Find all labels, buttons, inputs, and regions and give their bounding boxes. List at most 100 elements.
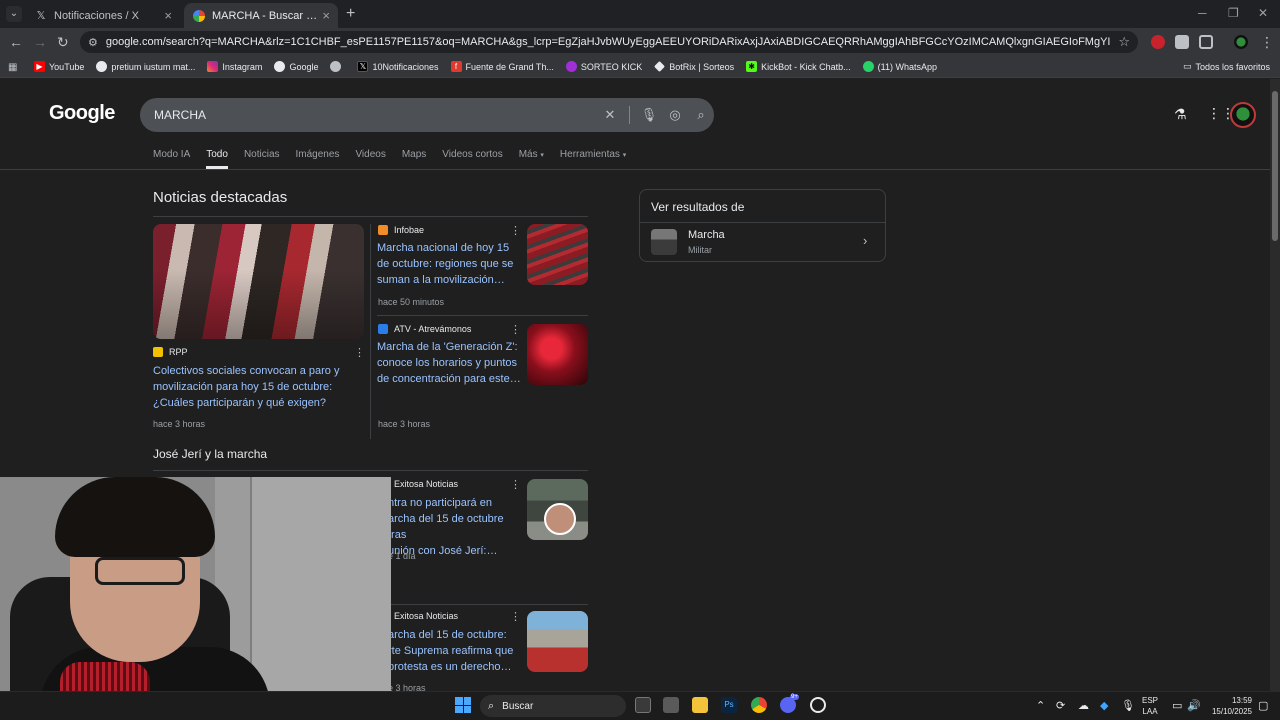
file-explorer-icon[interactable]: [692, 697, 708, 713]
tab-title: Notificaciones / X: [54, 9, 139, 22]
search-box[interactable]: MARCHA ✕ 🎙 ◎ ⌕: [140, 98, 714, 132]
source-name: Exitosa Noticias: [394, 611, 459, 621]
restore-icon[interactable]: ❐: [1228, 6, 1239, 20]
tab-google-search[interactable]: MARCHA - Buscar con Google ×: [184, 3, 338, 28]
youtube-icon: ▶: [34, 61, 45, 72]
language-indicator[interactable]: ESP LAA: [1142, 695, 1158, 717]
tab-videos[interactable]: Videos: [355, 149, 385, 169]
story-thumbnail[interactable]: [527, 479, 588, 540]
bookmark-google[interactable]: Google: [274, 61, 318, 72]
windows-start-icon[interactable]: [455, 697, 471, 713]
more-options-icon[interactable]: ⋮: [510, 610, 521, 623]
story-headline[interactable]: Marcha de la 'Generación Z': conoce los …: [377, 339, 522, 387]
bookmark-star-icon[interactable]: ☆: [1118, 34, 1130, 50]
tab-noticias[interactable]: Noticias: [244, 149, 280, 169]
bookmark-whatsapp[interactable]: (11) WhatsApp: [862, 61, 937, 72]
story-thumbnail[interactable]: [527, 611, 588, 672]
apps-grid-icon[interactable]: ▦: [8, 62, 18, 73]
headline-line: archa del 15 de octubre tras: [388, 513, 504, 541]
entity-name[interactable]: Marcha: [688, 229, 725, 241]
network-icon[interactable]: ▭: [1172, 699, 1182, 712]
tray-sync-icon[interactable]: ⟳: [1056, 699, 1065, 712]
url-text[interactable]: google.com/search?q=MARCHA&rlz=1C1CHBF_e…: [106, 36, 1110, 48]
entity-thumbnail[interactable]: [651, 229, 677, 255]
tab-notificaciones-x[interactable]: 𝕏 Notificaciones / X ×: [26, 3, 180, 28]
tab-herramientas[interactable]: Herramientas ▾: [560, 149, 626, 169]
search-icon[interactable]: ⌕: [688, 107, 714, 123]
bookmark-sorteo-kick[interactable]: SORTEO KICK: [565, 61, 642, 72]
tray-overflow-icon[interactable]: ⌃: [1036, 699, 1045, 712]
reload-icon[interactable]: ↻: [57, 34, 69, 51]
more-options-icon[interactable]: ⋮: [510, 478, 521, 491]
search-input[interactable]: MARCHA: [154, 108, 597, 122]
extension-red-icon[interactable]: [1151, 35, 1165, 49]
bookmark-pretium[interactable]: pretium iustum mat...: [96, 61, 195, 72]
microphone-tray-icon[interactable]: 🎙: [1121, 699, 1135, 712]
globe-icon: [330, 61, 342, 72]
chrome-icon[interactable]: [751, 697, 767, 713]
minimize-icon[interactable]: ─: [1198, 6, 1207, 20]
forward-icon[interactable]: →: [33, 34, 47, 50]
all-bookmarks[interactable]: ▭ Todos los favoritos: [1183, 61, 1270, 72]
app-icon[interactable]: [663, 697, 679, 713]
close-tab-icon[interactable]: ×: [322, 8, 330, 23]
tab-herramientas-label: Herramientas: [559, 149, 620, 160]
taskbar-clock[interactable]: 13:59 15/10/2025: [1206, 695, 1252, 717]
story-image-rpp[interactable]: [153, 224, 364, 339]
more-options-icon[interactable]: ⋮: [510, 323, 521, 336]
tab-maps[interactable]: Maps: [402, 149, 426, 169]
tab-mas[interactable]: Más ▾: [519, 149, 544, 169]
bookmark-kickbot[interactable]: ✱ KickBot - Kick Chatb...: [746, 61, 851, 72]
chevron-right-icon[interactable]: ›: [863, 233, 867, 248]
account-avatar[interactable]: [1230, 102, 1256, 128]
bookmark-instagram[interactable]: Instagram: [207, 61, 262, 72]
story-headline[interactable]: Colectivos sociales convocan a paro y mo…: [153, 363, 363, 411]
clear-icon[interactable]: ✕: [597, 107, 623, 123]
headline-line: de octubre: regiones que se: [377, 258, 514, 270]
microphone-icon[interactable]: 🎙: [636, 107, 662, 123]
tab-videos-cortos[interactable]: Videos cortos: [442, 149, 502, 169]
bookmark-botrix[interactable]: BotRix | Sorteos: [654, 61, 734, 72]
story-source: ATV - Atrevámonos: [378, 324, 471, 334]
bookmark-youtube[interactable]: ▶ YouTube: [34, 61, 84, 72]
story-headline[interactable]: Marcha nacional de hoy 15 de octubre: re…: [377, 240, 522, 288]
task-view-icon[interactable]: [635, 697, 651, 713]
headline-line: conoce los horarios y puntos: [377, 357, 518, 369]
bookmark-globe[interactable]: [330, 61, 345, 72]
notifications-icon[interactable]: ▢: [1258, 699, 1268, 712]
back-icon[interactable]: ←: [9, 34, 23, 50]
defender-icon[interactable]: ◆: [1100, 699, 1108, 712]
bookmark-grand-theft[interactable]: f Fuente de Grand Th...: [450, 61, 554, 72]
taskbar-search[interactable]: ⌕ Buscar: [480, 695, 626, 717]
story-thumbnail[interactable]: [527, 224, 588, 285]
extension-media-icon[interactable]: [1175, 35, 1189, 49]
more-options-icon[interactable]: ⋮: [510, 224, 521, 237]
scrollbar-thumb[interactable]: [1272, 91, 1278, 241]
story-headline[interactable]: archa del 15 de octubre: rte Suprema rea…: [388, 627, 523, 675]
new-tab-icon[interactable]: +: [346, 5, 355, 23]
tab-imagenes[interactable]: Imágenes: [296, 149, 340, 169]
tab-todo[interactable]: Todo: [206, 149, 228, 169]
menu-kebab-icon[interactable]: ⋮: [1260, 34, 1274, 51]
more-options-icon[interactable]: ⋮: [354, 346, 365, 359]
onedrive-icon[interactable]: ☁: [1078, 699, 1089, 712]
labs-flask-icon[interactable]: ⚗: [1174, 106, 1187, 123]
lens-icon[interactable]: ◎: [662, 107, 688, 123]
tab-modo-ia[interactable]: Modo IA: [153, 149, 190, 169]
photoshop-icon[interactable]: Ps: [721, 697, 737, 713]
volume-icon[interactable]: 🔊: [1187, 699, 1201, 712]
app-circle-icon[interactable]: [810, 697, 826, 713]
close-tab-icon[interactable]: ×: [164, 8, 172, 23]
extensions-puzzle-icon[interactable]: [1199, 35, 1213, 49]
site-info-icon[interactable]: ⚙: [88, 36, 98, 49]
bookmark-10notificaciones[interactable]: 𝕏 10Notificaciones: [357, 61, 439, 72]
tab-search-button[interactable]: ⌄: [6, 6, 22, 22]
address-bar[interactable]: ⚙ google.com/search?q=MARCHA&rlz=1C1CHBF…: [80, 31, 1138, 53]
google-logo[interactable]: Google: [49, 102, 115, 125]
story-headline[interactable]: ntra no participará en archa del 15 de o…: [388, 495, 523, 559]
story-thumbnail[interactable]: [527, 324, 588, 385]
story-source: Infobae: [378, 225, 424, 235]
profile-avatar-icon[interactable]: [1234, 35, 1248, 49]
page-scrollbar[interactable]: [1270, 79, 1280, 691]
close-window-icon[interactable]: ✕: [1258, 6, 1268, 20]
